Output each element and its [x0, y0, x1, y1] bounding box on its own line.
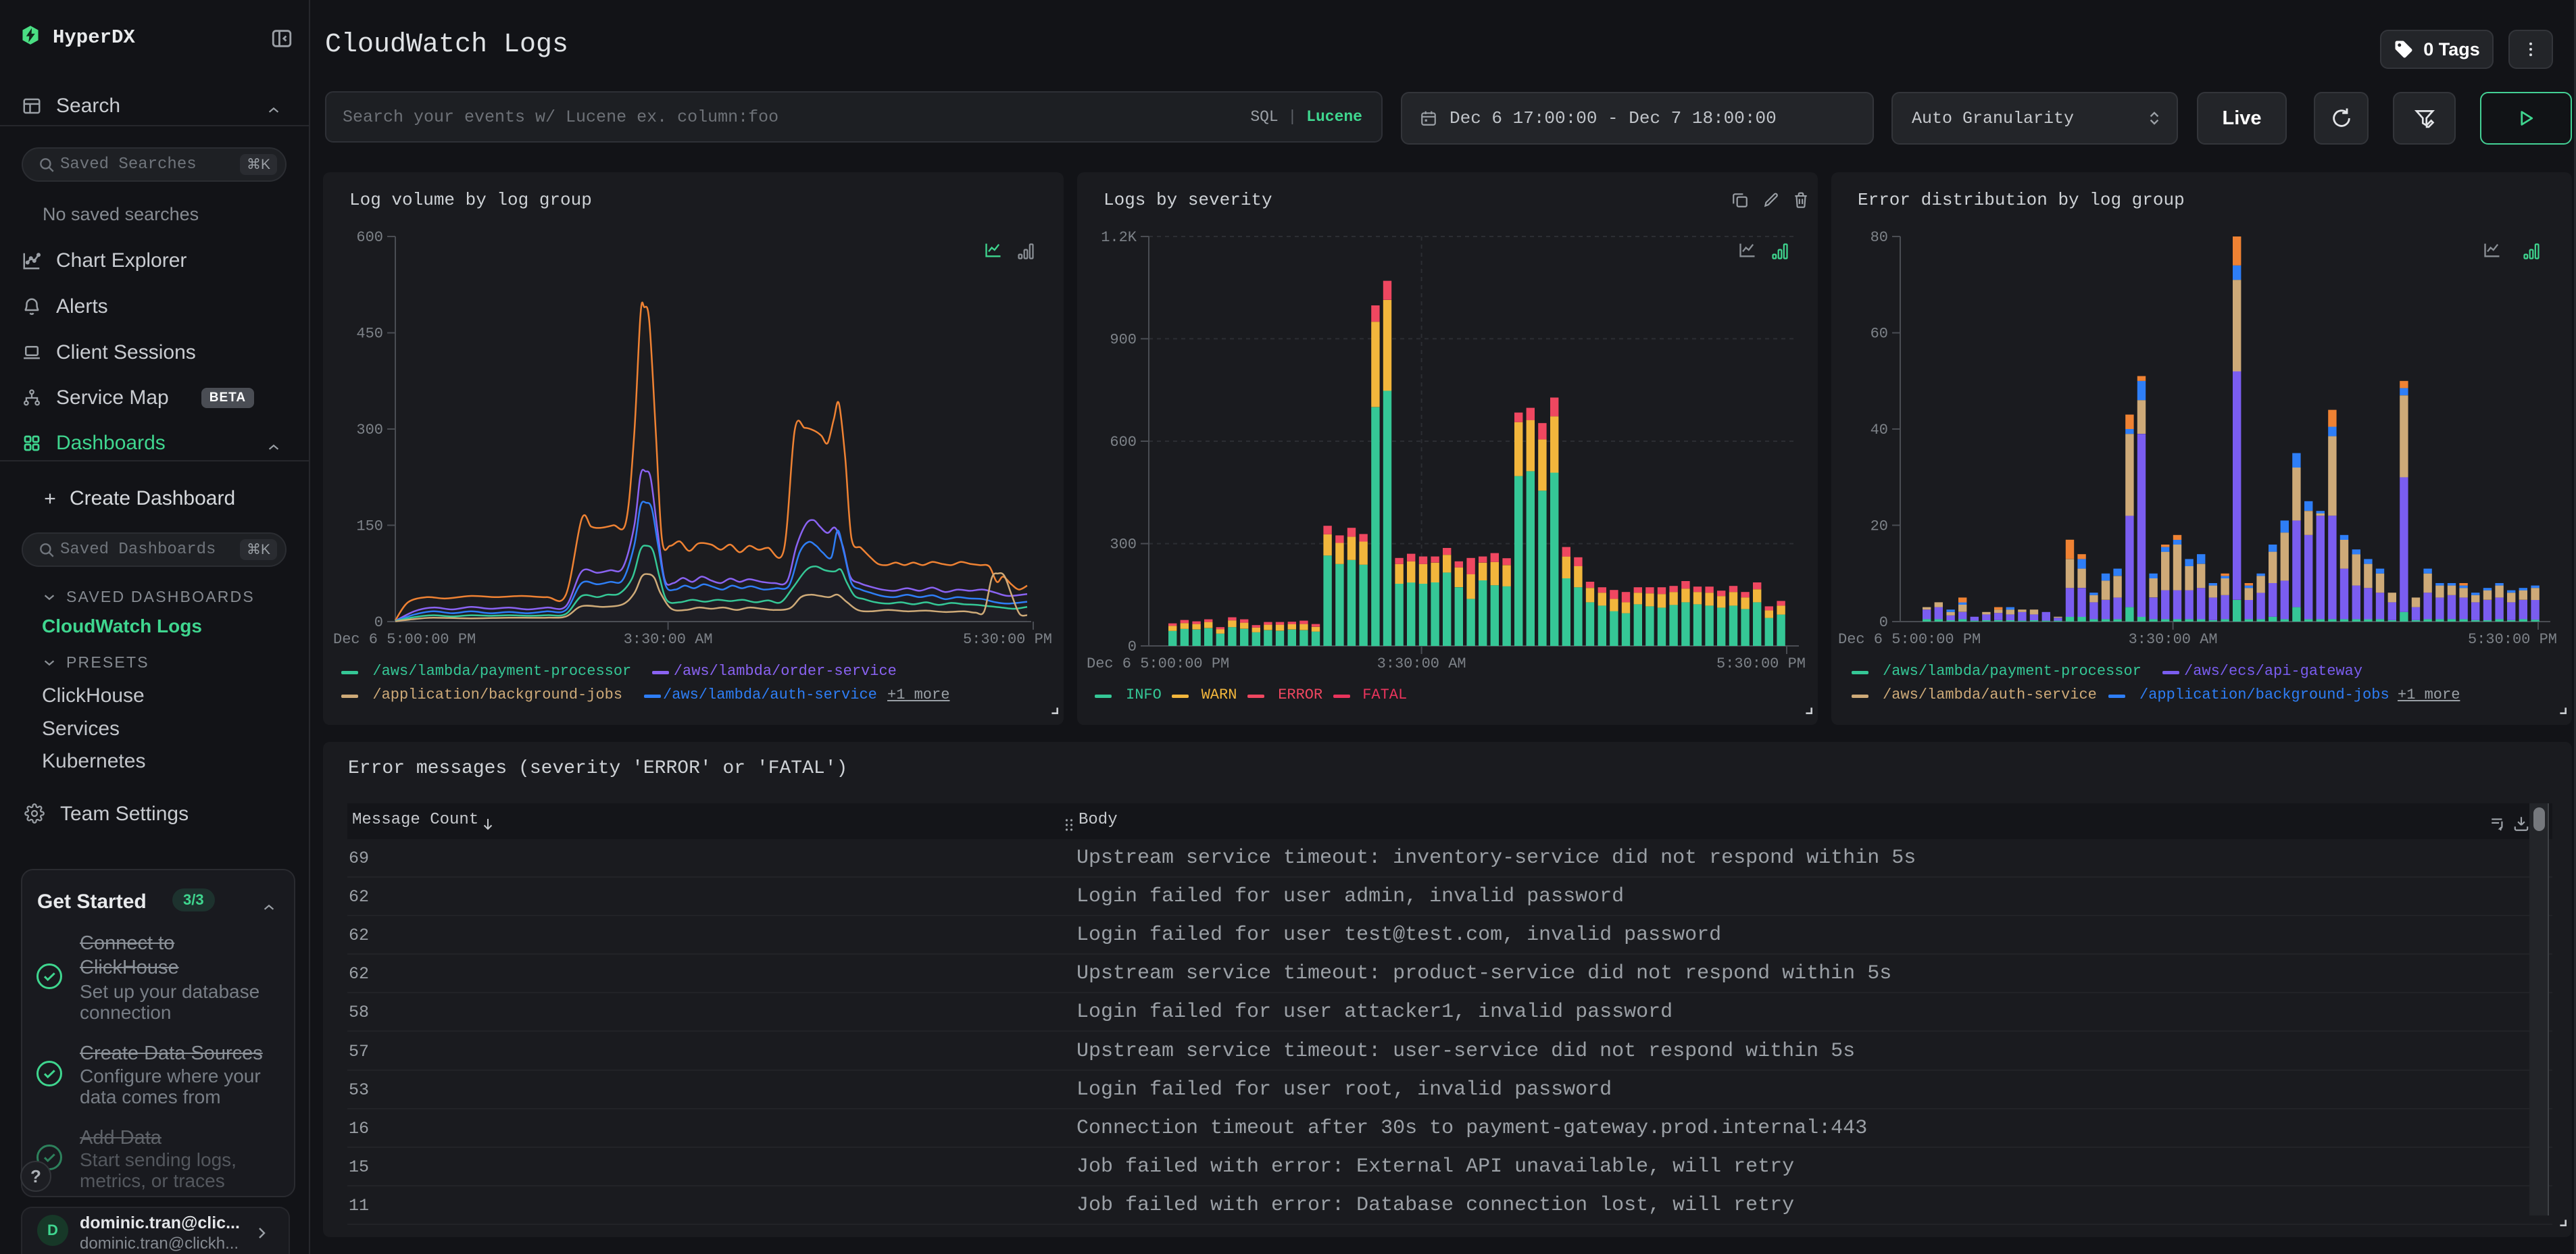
svg-text:600: 600 [356, 229, 383, 246]
svg-text:3:30:00 AM: 3:30:00 AM [624, 631, 713, 648]
svg-text:60: 60 [1871, 325, 1888, 342]
svg-text:20: 20 [1871, 518, 1888, 535]
svg-text:900: 900 [1110, 332, 1137, 349]
svg-text:Dec 6 5:00:00 PM: Dec 6 5:00:00 PM [1838, 631, 1981, 648]
svg-text:3:30:00 AM: 3:30:00 AM [1377, 655, 1466, 672]
svg-text:5:30:00 PM: 5:30:00 PM [2468, 631, 2557, 648]
svg-text:1.2K: 1.2K [1101, 229, 1137, 246]
svg-text:Dec 6 5:00:00 PM: Dec 6 5:00:00 PM [1087, 655, 1229, 672]
svg-text:600: 600 [1110, 434, 1137, 451]
svg-text:150: 150 [356, 518, 383, 535]
svg-text:80: 80 [1871, 229, 1888, 246]
svg-text:0: 0 [1879, 614, 1888, 631]
svg-text:300: 300 [356, 422, 383, 438]
svg-text:450: 450 [356, 325, 383, 342]
svg-text:5:30:00 PM: 5:30:00 PM [963, 631, 1052, 648]
svg-text:300: 300 [1110, 536, 1137, 553]
svg-text:0: 0 [374, 614, 383, 631]
svg-text:0: 0 [1128, 638, 1137, 655]
svg-text:40: 40 [1871, 422, 1888, 438]
svg-text:5:30:00 PM: 5:30:00 PM [1716, 655, 1806, 672]
svg-text:Dec 6 5:00:00 PM: Dec 6 5:00:00 PM [333, 631, 476, 648]
svg-text:3:30:00 AM: 3:30:00 AM [2129, 631, 2218, 648]
